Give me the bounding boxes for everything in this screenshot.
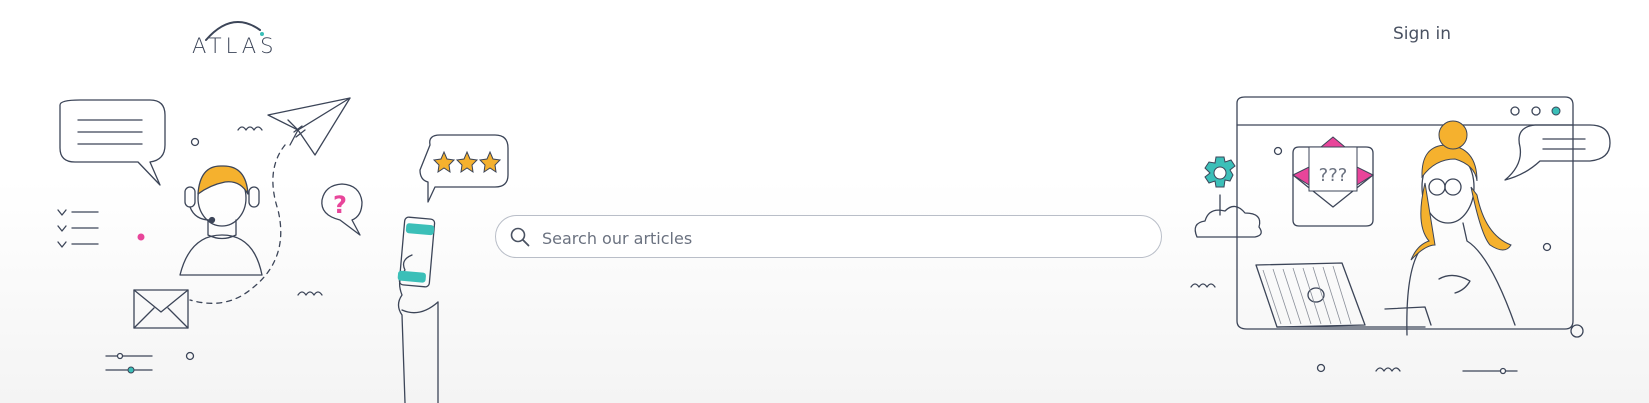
support-agent-illustration: ? <box>57 97 509 403</box>
logo-text: ATLAS <box>192 34 278 58</box>
helpdesk-woman-illustration: ??? <box>1190 96 1611 375</box>
envelope-question-marks: ??? <box>1319 165 1348 186</box>
sign-in-link[interactable]: Sign in <box>1393 24 1451 44</box>
atlas-logo[interactable]: ATLAS <box>192 12 274 58</box>
svg-text:?: ? <box>333 191 347 219</box>
search-input[interactable] <box>540 222 1144 254</box>
search-bar[interactable] <box>495 215 1162 258</box>
search-icon <box>510 227 530 247</box>
